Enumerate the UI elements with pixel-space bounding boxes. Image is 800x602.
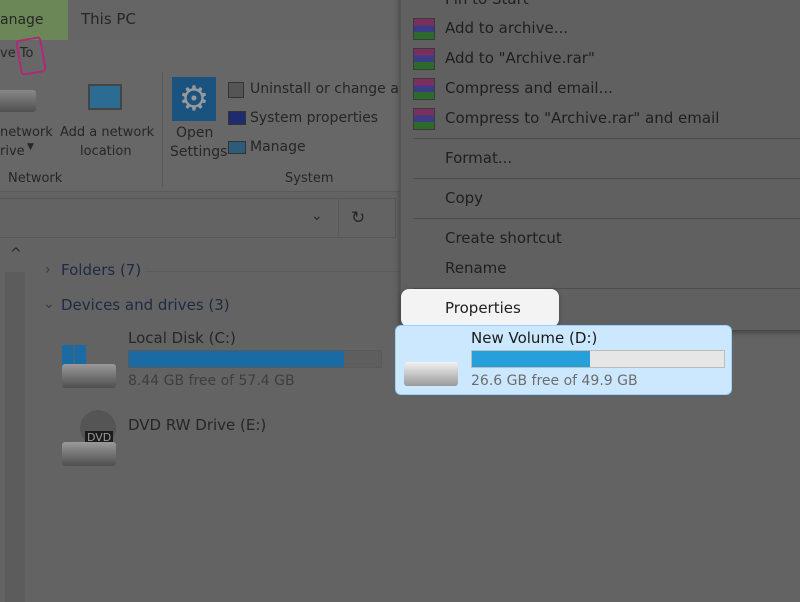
dvd-drive-icon: [62, 442, 116, 466]
map-network-drive-icon: [0, 90, 36, 112]
winrar-icon: [413, 108, 435, 130]
uninstall-programs-button[interactable]: Uninstall or change a pr: [250, 81, 418, 97]
refresh-icon[interactable]: ↻: [351, 208, 365, 228]
network-group-label: Network: [8, 171, 63, 186]
tab-manage[interactable]: anage: [0, 0, 68, 40]
menu-item-properties-label: Properties: [445, 299, 521, 317]
winrar-icon: [413, 18, 435, 40]
winrar-icon: [413, 78, 435, 100]
settings-gear-icon[interactable]: ⚙: [172, 77, 216, 121]
dropdown-arrow-icon: ▼: [27, 142, 34, 152]
menu-item-create-shortcut[interactable]: Create shortcut: [445, 229, 562, 247]
nav-pane-scrollbar[interactable]: [5, 272, 25, 602]
drive-space-info: 8.44 GB free of 57.4 GB: [128, 373, 295, 389]
menu-item-rename[interactable]: Rename: [445, 259, 507, 277]
winrar-icon: [413, 48, 435, 70]
drive-space-info: 26.6 GB free of 49.9 GB: [471, 373, 638, 389]
menu-separator: [413, 218, 800, 219]
group-divider-line: [145, 271, 400, 272]
network-location-icon: [88, 84, 122, 110]
address-bar[interactable]: [0, 198, 396, 238]
drive-usage-bar: [128, 350, 382, 368]
drive-usage-fill: [129, 351, 344, 367]
menu-separator: [413, 138, 800, 139]
address-dropdown-chevron-icon[interactable]: ⌄: [311, 208, 323, 224]
menu-item-compress-and-email[interactable]: Compress and email...: [445, 79, 613, 97]
collapse-chevron-icon[interactable]: ⌄: [43, 296, 55, 312]
system-group-label: System: [285, 171, 334, 186]
map-network-drive-button[interactable]: network: [0, 125, 53, 140]
menu-separator: [413, 178, 800, 179]
drive-name: DVD RW Drive (E:): [128, 416, 267, 434]
system-properties-button[interactable]: System properties: [250, 110, 378, 126]
folders-group-header[interactable]: Folders (7): [61, 261, 141, 279]
drive-name: New Volume (D:): [471, 329, 598, 347]
add-network-location-button[interactable]: Add a network: [60, 125, 154, 140]
hard-drive-icon: [404, 362, 458, 386]
manage-button[interactable]: Manage: [250, 139, 306, 155]
menu-item-add-to-archive[interactable]: Add to archive...: [445, 19, 568, 37]
devices-group-header[interactable]: Devices and drives (3): [61, 296, 230, 314]
menu-item-pin-to-start[interactable]: Pin to Start: [445, 0, 529, 8]
hard-drive-icon: [62, 364, 116, 388]
open-settings-label: Settings: [170, 144, 228, 160]
manage-computer-icon: [228, 141, 246, 154]
scroll-up-arrow-icon[interactable]: ^: [10, 246, 22, 262]
menu-item-copy[interactable]: Copy: [445, 189, 483, 207]
menu-item-add-to-archive-rar[interactable]: Add to "Archive.rar": [445, 49, 595, 67]
expand-chevron-icon[interactable]: ›: [45, 262, 51, 278]
window-title: This PC: [81, 10, 136, 28]
drive-name: Local Disk (C:): [128, 329, 236, 347]
menu-item-format[interactable]: Format...: [445, 149, 512, 167]
tab-manage-label: anage: [0, 12, 44, 28]
address-divider: [338, 199, 339, 237]
uninstall-programs-icon: [228, 82, 244, 98]
menu-item-compress-rar-and-email[interactable]: Compress to "Archive.rar" and email: [445, 109, 719, 127]
system-properties-icon: [228, 111, 246, 125]
map-network-drive-label: rive: [0, 144, 25, 159]
drive-usage-bar: [471, 350, 725, 368]
drive-usage-fill: [472, 351, 590, 367]
group-divider: [162, 72, 163, 187]
add-network-location-label: location: [80, 144, 132, 159]
open-settings-button[interactable]: Open: [176, 125, 213, 141]
